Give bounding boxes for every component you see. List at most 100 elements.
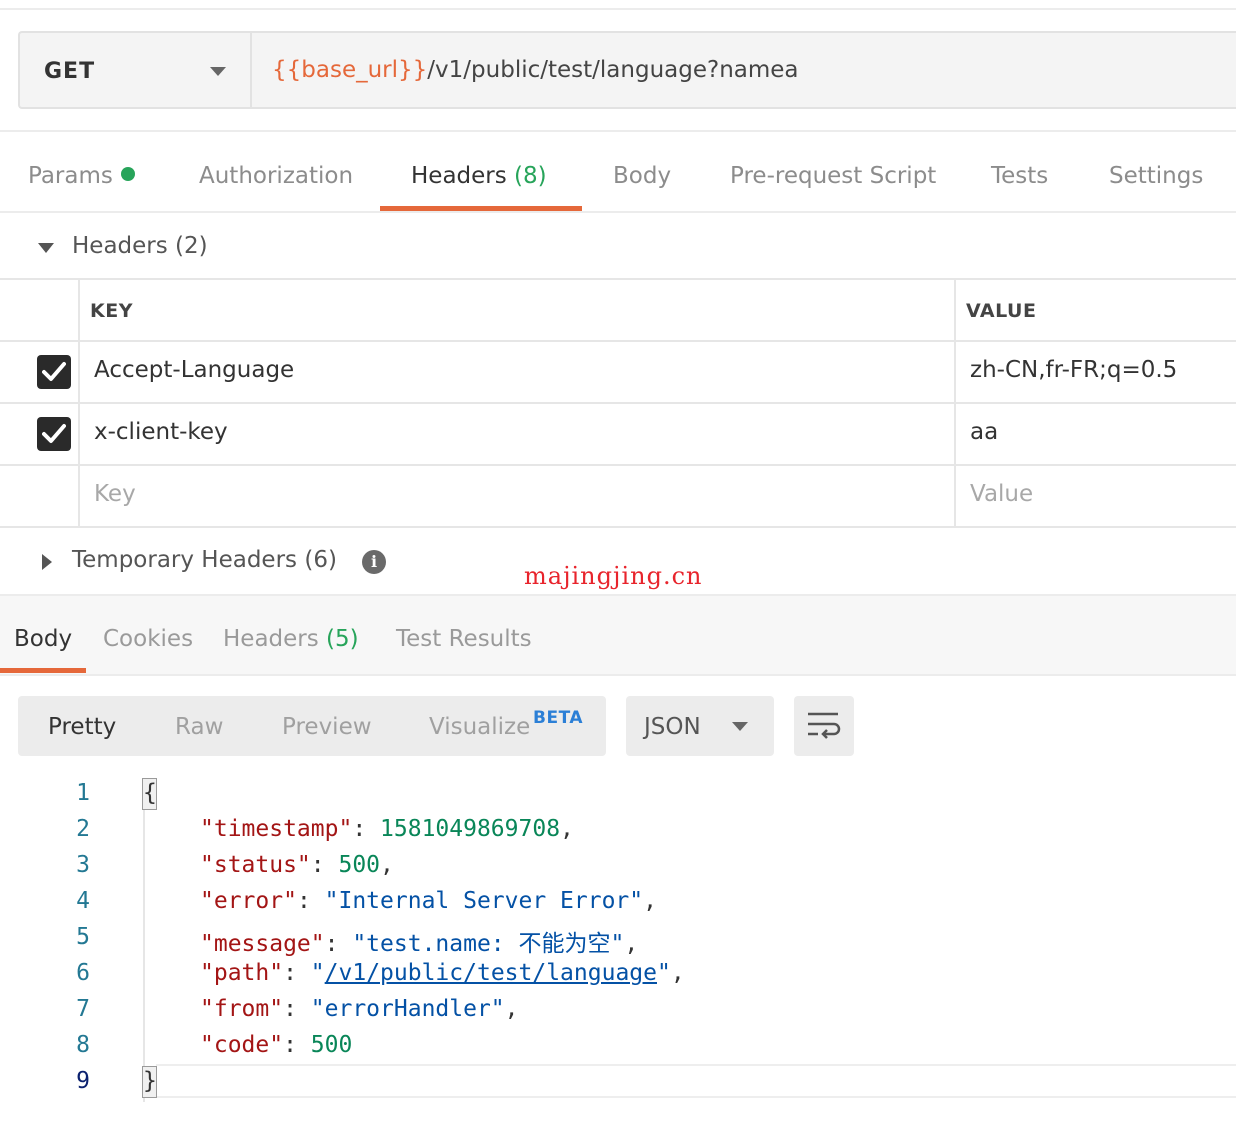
new-value-input[interactable]: Value (970, 481, 1033, 507)
row-checkbox[interactable] (37, 417, 71, 451)
line-number: 3 (76, 852, 90, 878)
header-key-cell[interactable]: Accept-Language (94, 357, 294, 383)
section-count: (6) (304, 547, 337, 573)
code-line: "message": "test.name: 不能为空", (200, 931, 639, 957)
headers-section-title[interactable]: Headers (2) (72, 233, 208, 259)
json-key: "timestamp" (200, 816, 353, 842)
code-line: "path": "/v1/public/test/language", (200, 960, 685, 986)
line-number: 1 (76, 780, 90, 806)
params-indicator-dot (120, 167, 135, 181)
table-border (0, 340, 1236, 342)
json-comma: , (380, 852, 394, 878)
section-label: Headers (72, 233, 168, 259)
json-number: 1581049869708 (380, 816, 561, 842)
json-key: "status" (200, 852, 311, 878)
json-path-link[interactable]: /v1/public/test/language (325, 960, 657, 986)
column-header-value: VALUE (966, 300, 1037, 322)
tab-authorization[interactable]: Authorization (199, 163, 353, 189)
line-number: 7 (76, 996, 90, 1022)
table-border (954, 278, 956, 528)
tab-tests[interactable]: Tests (991, 163, 1048, 189)
tab-body[interactable]: Body (613, 163, 671, 189)
info-icon[interactable]: i (362, 550, 386, 574)
collapse-triangle-icon[interactable] (38, 243, 54, 253)
json-key: "path" (200, 960, 284, 986)
tab-count: (5) (326, 626, 359, 652)
json-string: "test.name: 不能为空" (352, 931, 625, 957)
code-line: "from": "errorHandler", (200, 996, 519, 1022)
table-border (0, 278, 1236, 280)
view-mode-visualize[interactable]: Visualize (429, 714, 530, 740)
response-tab-body[interactable]: Body (14, 626, 72, 652)
tab-count: (8) (514, 163, 547, 189)
new-key-input[interactable]: Key (94, 481, 136, 507)
tab-label: Headers (411, 163, 507, 189)
current-line-highlight (156, 1064, 1236, 1098)
json-key: "from" (200, 996, 284, 1022)
indent-guide (143, 806, 145, 1102)
json-key: "error" (200, 888, 297, 914)
url-variable: {{base_url}} (272, 57, 428, 83)
line-number: 5 (76, 924, 90, 950)
code-line: } (143, 1068, 157, 1094)
checkmark-icon (42, 424, 66, 443)
json-comma: , (504, 996, 519, 1022)
code-line: "status": 500, (200, 852, 394, 878)
format-select[interactable]: JSON (626, 696, 774, 756)
code-line: "error": "Internal Server Error", (200, 888, 657, 914)
line-number: 8 (76, 1032, 90, 1058)
response-tab-headers[interactable]: Headers (5) (223, 626, 359, 652)
section-label: Temporary Headers (72, 547, 298, 573)
tab-pre-request-script[interactable]: Pre-request Script (730, 163, 936, 189)
url-text: {{base_url}}/v1/public/test/language?nam… (272, 57, 799, 83)
code-line: "timestamp": 1581049869708, (200, 816, 574, 842)
header-value-cell[interactable]: zh-CN,fr-FR;q=0.5 (970, 357, 1177, 383)
method-select[interactable]: GET (18, 31, 252, 109)
line-number: 6 (76, 960, 90, 986)
checkmark-icon (42, 362, 66, 381)
format-label: JSON (644, 714, 701, 740)
view-mode-selector: Pretty Raw Preview Visualize BETA (18, 696, 606, 756)
beta-badge: BETA (533, 708, 584, 728)
json-comma: , (670, 960, 685, 986)
line-number: 9 (76, 1068, 90, 1094)
json-string: "errorHandler" (310, 996, 505, 1022)
tab-settings[interactable]: Settings (1109, 163, 1203, 189)
headers-table: KEY VALUE Accept-Language zh-CN,fr-FR;q=… (0, 278, 1236, 528)
response-tab-cookies[interactable]: Cookies (103, 626, 193, 652)
code-line: { (143, 780, 157, 806)
expand-triangle-icon[interactable] (42, 554, 52, 570)
method-label: GET (44, 59, 96, 84)
tab-params[interactable]: Params (28, 163, 135, 189)
response-tab-test-results[interactable]: Test Results (396, 626, 532, 652)
json-key: "message" (200, 931, 325, 957)
json-string: "Internal Server Error" (324, 888, 644, 914)
json-comma: , (643, 888, 657, 914)
wrap-lines-button[interactable] (794, 696, 854, 756)
temporary-headers-title[interactable]: Temporary Headers (6) (72, 547, 337, 573)
table-border (0, 402, 1236, 404)
url-input[interactable]: {{base_url}}/v1/public/test/language?nam… (250, 31, 1236, 109)
header-value-cell[interactable]: aa (970, 419, 998, 445)
table-border (78, 278, 80, 528)
chevron-down-icon (732, 722, 748, 731)
tab-label: Headers (223, 626, 319, 652)
line-number: 2 (76, 816, 90, 842)
json-number: 500 (310, 1032, 353, 1058)
view-mode-pretty[interactable]: Pretty (48, 714, 116, 740)
table-border (0, 464, 1236, 466)
json-number: 500 (338, 852, 381, 878)
json-key: "code" (200, 1032, 284, 1058)
watermark-text: majingjing.cn (524, 562, 703, 590)
url-path: /v1/public/test/language?namea (427, 57, 799, 83)
column-header-key: KEY (90, 300, 133, 322)
tab-headers[interactable]: Headers (8) (411, 163, 547, 189)
view-mode-raw[interactable]: Raw (175, 714, 223, 740)
json-comma: , (560, 816, 574, 842)
header-key-cell[interactable]: x-client-key (94, 419, 228, 445)
table-border (0, 526, 1236, 528)
divider (0, 130, 1236, 132)
view-mode-preview[interactable]: Preview (282, 714, 372, 740)
line-number: 4 (76, 888, 90, 914)
row-checkbox[interactable] (37, 355, 71, 389)
